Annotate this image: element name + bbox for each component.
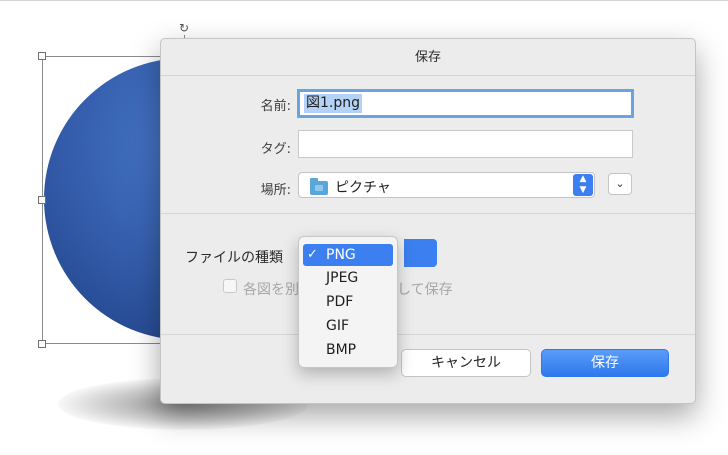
location-value: ピクチャ — [335, 180, 391, 196]
save-each-checkbox[interactable] — [223, 279, 237, 293]
cancel-button[interactable]: キャンセル — [401, 349, 531, 377]
tags-field[interactable] — [298, 130, 633, 158]
dialog-title: 保存 — [161, 39, 695, 76]
location-popup[interactable]: ピクチャ ▲ ▼ — [298, 172, 595, 198]
menu-item-gif[interactable]: GIF — [303, 315, 393, 337]
checkmark-icon: ✓ — [307, 247, 318, 262]
footer-separator — [161, 334, 695, 335]
name-field-value: 図1.png — [304, 94, 363, 113]
resize-handle-bottom-left[interactable] — [38, 340, 46, 348]
chevron-down-icon[interactable]: ⌄ — [608, 173, 632, 195]
save-each-label-start: 各図を別 — [243, 282, 299, 298]
menu-item-label: PNG — [326, 247, 356, 263]
section-separator — [161, 213, 695, 214]
name-field[interactable]: 図1.png — [297, 89, 634, 118]
save-each-label: 各図を別 として保存 — [243, 279, 453, 299]
file-format-menu: ✓ PNG JPEG PDF GIF BMP — [298, 236, 398, 368]
menu-item-label: BMP — [326, 342, 357, 358]
save-button[interactable]: 保存 — [541, 349, 669, 377]
up-down-stepper-icon: ▲ ▼ — [573, 174, 593, 196]
menu-item-label: PDF — [326, 294, 354, 310]
window-top-border — [0, 0, 728, 1]
tags-label: タグ: — [260, 142, 291, 157]
menu-item-pdf[interactable]: PDF — [303, 291, 393, 313]
rotate-handle-icon[interactable]: ↻ — [177, 21, 191, 35]
save-dialog: 保存 名前: 図1.png タグ: 場所: ピクチャ ▲ ▼ ⌄ ファイルの種類 … — [160, 38, 696, 404]
name-label: 名前: — [260, 99, 291, 114]
menu-item-label: GIF — [326, 318, 350, 334]
file-format-popup[interactable] — [404, 239, 437, 267]
menu-item-jpeg[interactable]: JPEG — [303, 267, 393, 289]
menu-item-bmp[interactable]: BMP — [303, 339, 393, 361]
location-label: 場所: — [260, 183, 291, 198]
menu-item-png[interactable]: ✓ PNG — [303, 244, 393, 266]
resize-handle-top-left[interactable] — [38, 52, 46, 60]
file-format-label: ファイルの種類 — [185, 250, 283, 266]
menu-item-label: JPEG — [326, 270, 359, 286]
folder-icon — [310, 178, 328, 195]
resize-handle-middle-left[interactable] — [38, 196, 46, 204]
